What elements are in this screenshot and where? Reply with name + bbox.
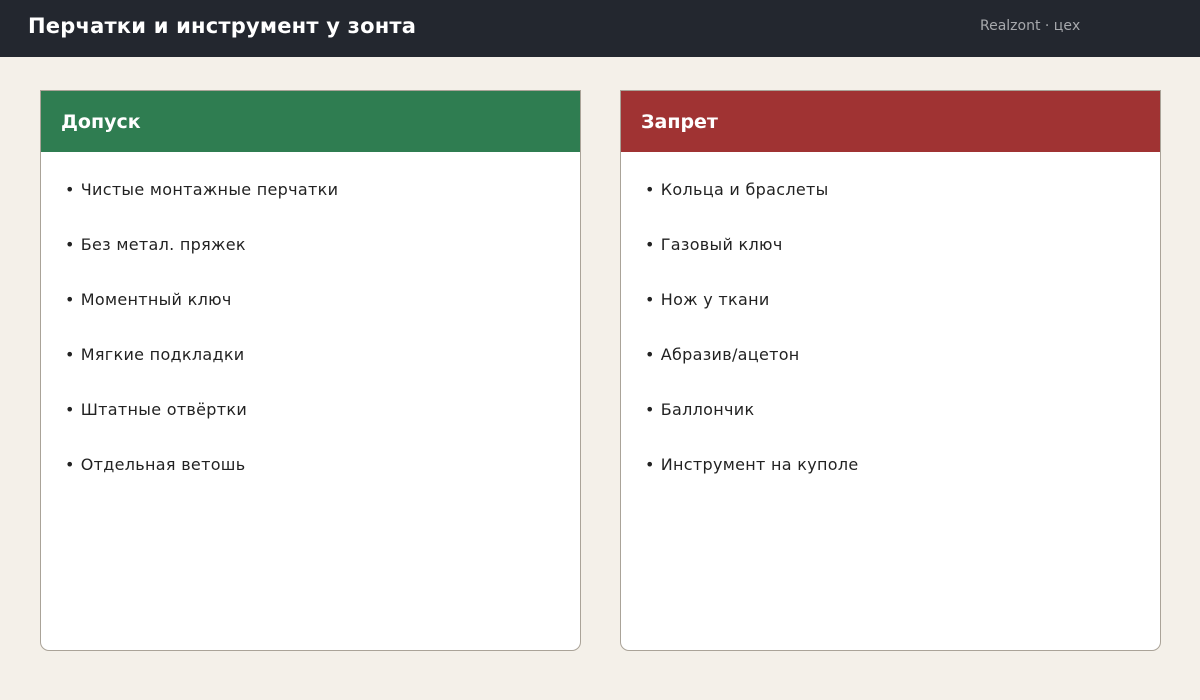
bullet-icon: •	[65, 455, 75, 474]
list-item-label: Инструмент на куполе	[660, 455, 859, 474]
header-bar: Перчатки и инструмент у зонта Realzont ·…	[0, 0, 1200, 57]
list-item-label: Отдельная ветошь	[80, 455, 246, 474]
list-item-label: Штатные отвёртки	[80, 400, 248, 419]
list-item: • Кольца и браслеты	[645, 180, 1160, 235]
allow-panel: Допуск • Чистые монтажные перчатки • Без м…	[40, 90, 581, 651]
bullet-icon: •	[65, 235, 75, 254]
bullet-icon: •	[645, 345, 655, 364]
list-item-label: Моментный ключ	[80, 290, 232, 309]
header-meta: Realzont · цех	[980, 18, 1081, 34]
list-item-label: Чистые монтажные перчатки	[80, 180, 339, 199]
list-item: • Штатные отвёртки	[65, 400, 580, 455]
bullet-icon: •	[65, 180, 75, 199]
deny-panel: Запрет • Кольца и браслеты • Газовый ключ …	[620, 90, 1161, 651]
bullet-icon: •	[65, 290, 75, 309]
list-item: • Чистые монтажные перчатки	[65, 180, 580, 235]
bullet-icon: •	[645, 400, 655, 419]
bullet-icon: •	[645, 235, 655, 254]
allow-panel-header: Допуск	[41, 91, 580, 152]
allow-list: • Чистые монтажные перчатки • Без метал. п…	[41, 152, 580, 510]
page-title: Перчатки и инструмент у зонта	[28, 14, 417, 38]
deny-list: • Кольца и браслеты • Газовый ключ • Нож у …	[621, 152, 1160, 510]
list-item: • Нож у ткани	[645, 290, 1160, 345]
bullet-icon: •	[645, 290, 655, 309]
deny-panel-header: Запрет	[621, 91, 1160, 152]
list-item-label: Газовый ключ	[660, 235, 783, 254]
list-item: • Без метал. пряжек	[65, 235, 580, 290]
bullet-icon: •	[65, 400, 75, 419]
list-item-label: Нож у ткани	[660, 290, 770, 309]
list-item: • Мягкие подкладки	[65, 345, 580, 400]
list-item-label: Мягкие подкладки	[80, 345, 245, 364]
list-item: • Инструмент на куполе	[645, 455, 1160, 510]
list-item: • Баллончик	[645, 400, 1160, 455]
list-item-label: Кольца и браслеты	[660, 180, 829, 199]
bullet-icon: •	[645, 455, 655, 474]
bullet-icon: •	[645, 180, 655, 199]
list-item: • Моментный ключ	[65, 290, 580, 345]
list-item-label: Без метал. пряжек	[80, 235, 246, 254]
list-item-label: Абразив/ацетон	[660, 345, 800, 364]
bullet-icon: •	[65, 345, 75, 364]
allow-panel-title: Допуск	[61, 110, 141, 133]
list-item: • Отдельная ветошь	[65, 455, 580, 510]
list-item: • Газовый ключ	[645, 235, 1160, 290]
list-item-label: Баллончик	[660, 400, 755, 419]
deny-panel-title: Запрет	[641, 110, 718, 133]
list-item: • Абразив/ацетон	[645, 345, 1160, 400]
